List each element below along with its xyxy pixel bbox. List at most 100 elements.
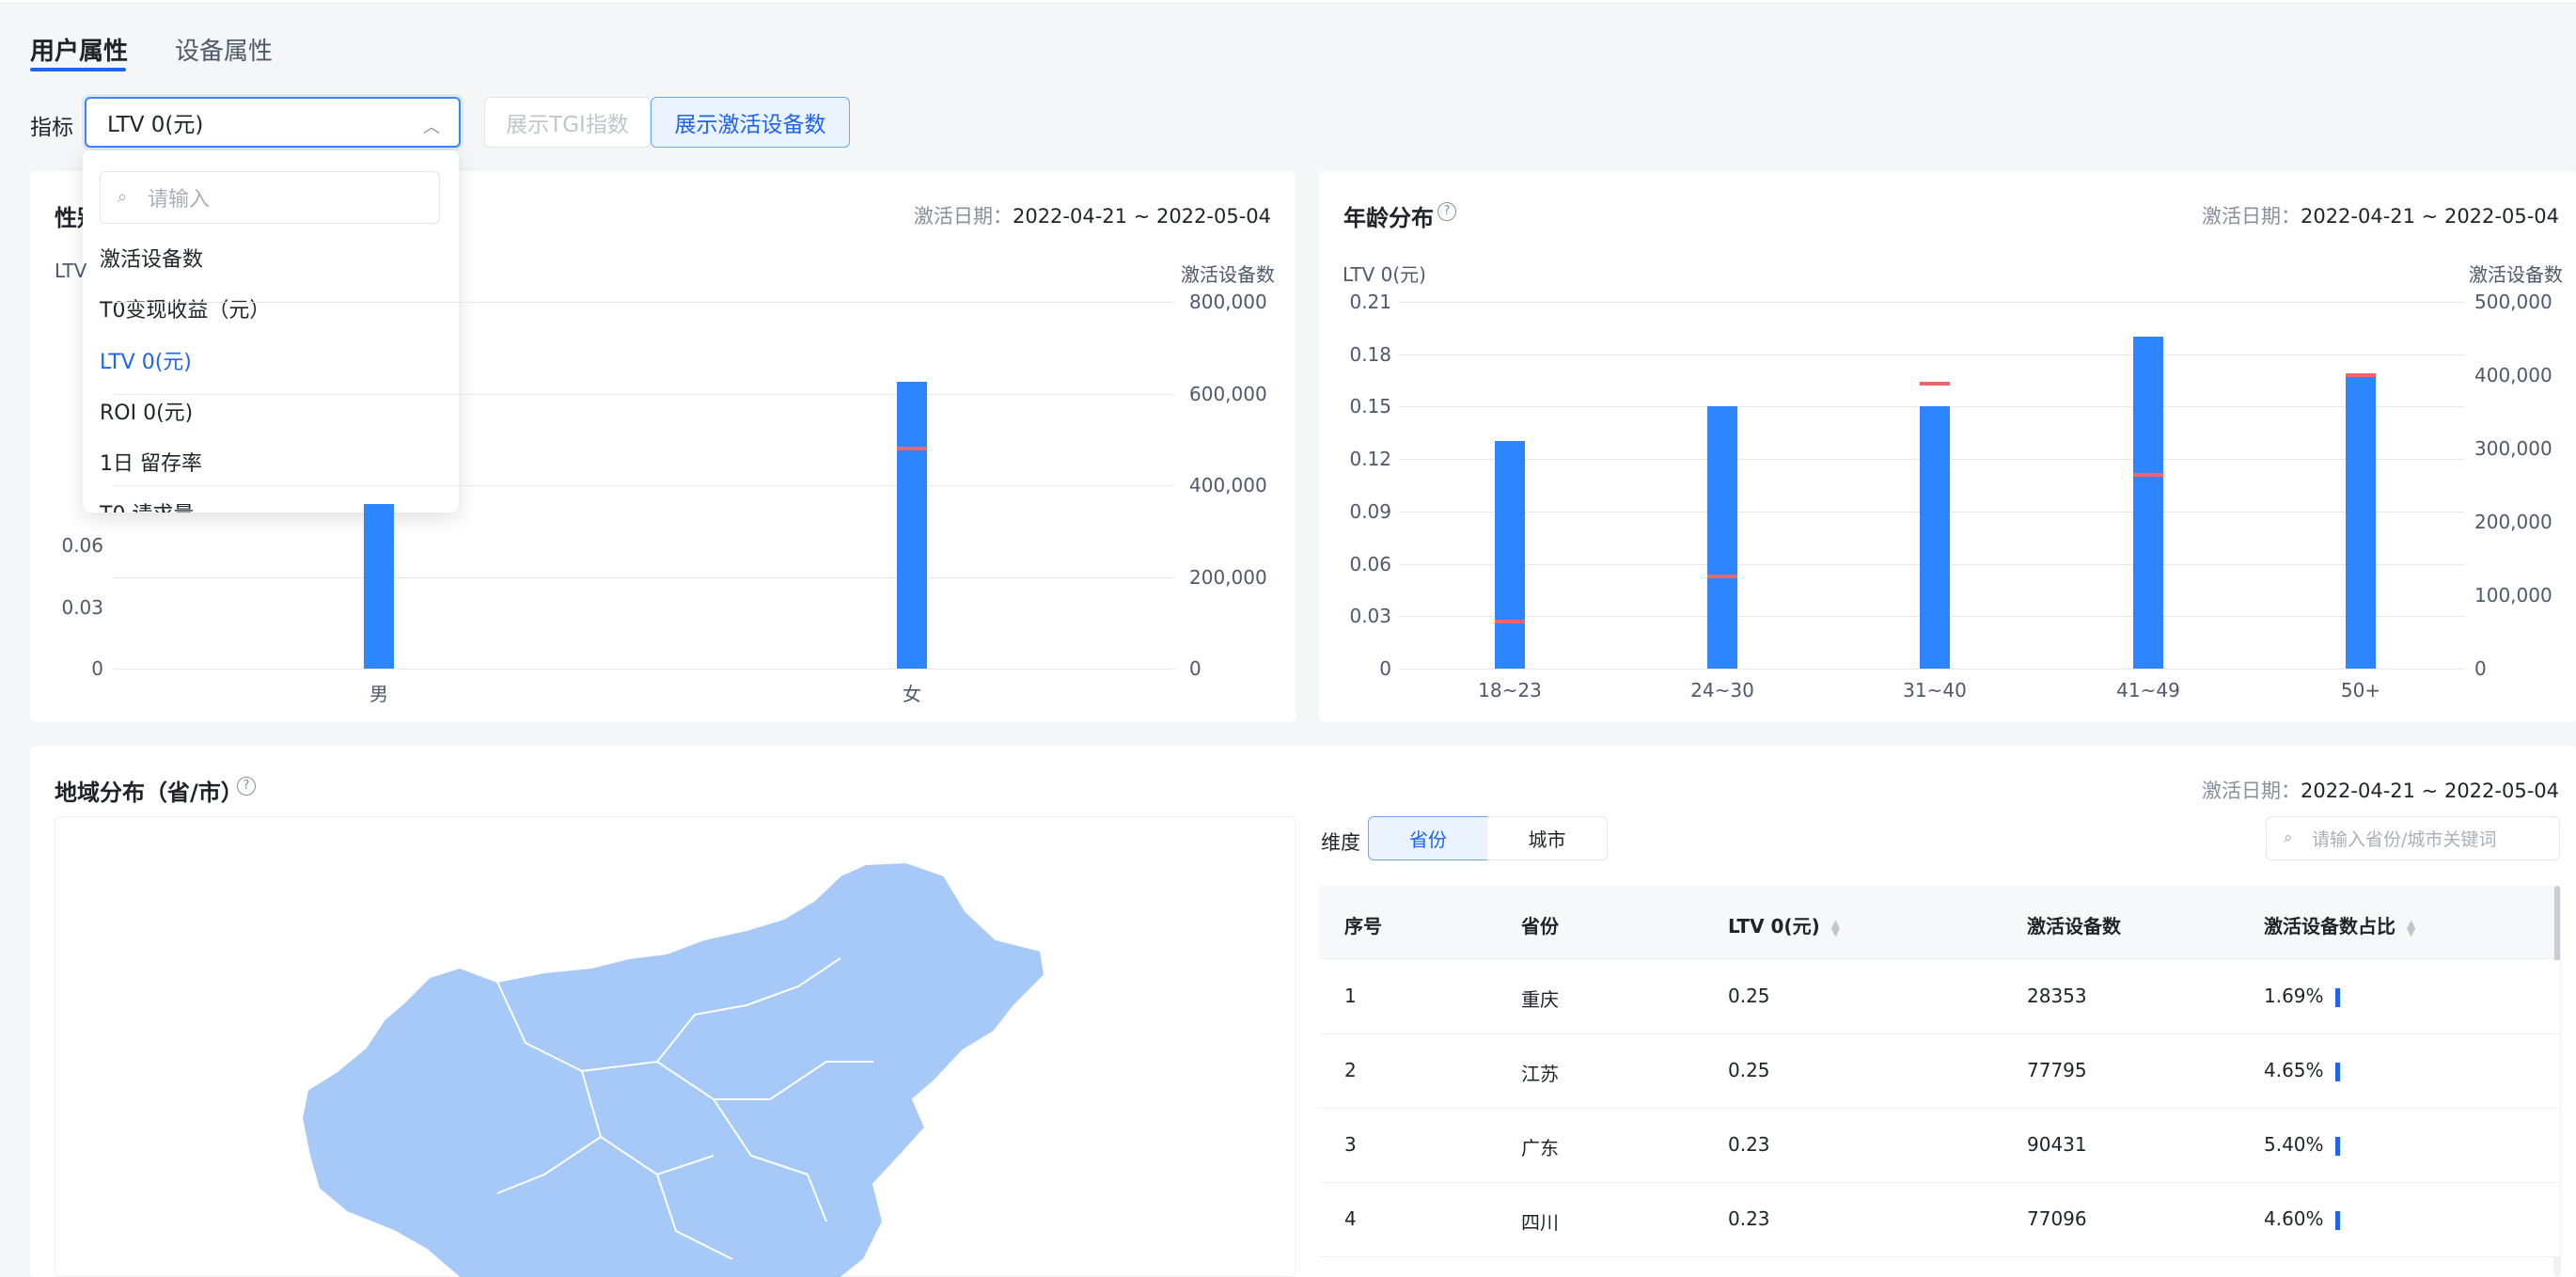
top-strip <box>0 0 2576 4</box>
dimension-label: 维度 <box>1321 831 1360 854</box>
table-cell: 5.40% <box>2264 1133 2340 1156</box>
right-axis-title: 激活设备数 <box>1181 263 1275 286</box>
x-tick-label: 男 <box>369 683 388 705</box>
china-map[interactable] <box>55 816 1296 1277</box>
table-cell: 28353 <box>2027 985 2087 1007</box>
ltv-marker <box>1707 574 1737 578</box>
ltv-marker <box>897 447 927 450</box>
table-cell: 0.23 <box>1728 1133 1770 1156</box>
gridline <box>113 302 1175 303</box>
dropdown-option[interactable]: T0 请求量 <box>100 497 194 512</box>
table-cell: 1 <box>1344 985 1357 1007</box>
table-cell: 4 <box>1344 1207 1357 1230</box>
gender-date-range: 激活日期：2022-04-21 ~ 2022-05-04 <box>913 205 1271 228</box>
x-tick-label: 24~30 <box>1690 679 1754 702</box>
search-icon: ⌕ <box>2284 828 2293 847</box>
gridline <box>113 669 1175 670</box>
table-cell: 2 <box>1344 1059 1357 1081</box>
gridline <box>113 485 1175 486</box>
column-header: 激活设备数 <box>2027 915 2121 938</box>
y2-tick-label: 800,000 <box>1189 291 1267 313</box>
y-tick-label: 0.06 <box>61 534 103 557</box>
metric-label: 指标 <box>30 116 73 140</box>
table-row[interactable]: 3 广东 0.23 90431 5.40% <box>1319 1109 2560 1183</box>
bar <box>2133 337 2163 669</box>
metric-select-value: LTV 0(元) <box>107 113 204 137</box>
dropdown-option[interactable]: 1日 留存率 <box>100 447 202 477</box>
show-activations-button[interactable]: 展示激活设备数 <box>651 97 850 148</box>
table-cell: 90431 <box>2027 1133 2087 1156</box>
table-cell: 4.65% <box>2264 1059 2340 1081</box>
bar <box>364 503 394 669</box>
gridline <box>113 393 1175 395</box>
tab-device-attributes[interactable]: 设备属性 <box>175 32 273 67</box>
y2-tick-label: 0 <box>1189 657 1202 680</box>
table-cell: 重庆 <box>1521 988 1559 1011</box>
right-axis-title: 激活设备数 <box>2469 263 2563 286</box>
bar <box>897 382 927 669</box>
tab-user-attributes[interactable]: 用户属性 <box>30 32 128 67</box>
share-bar <box>2334 1136 2340 1156</box>
y-tick-label: 0.21 <box>1349 291 1391 313</box>
table-cell: 0.23 <box>1728 1207 1770 1230</box>
active-tab-indicator <box>30 68 126 71</box>
y-tick-label: 0.06 <box>1349 552 1391 575</box>
column-header: 序号 <box>1344 915 1382 938</box>
table-header: 序号 省份 LTV 0(元) ▲ ▼ 激活设备数 激活设备数占比 ▲ ▼ <box>1319 886 2560 959</box>
left-axis-title: LTV <box>55 260 87 282</box>
region-search-input[interactable]: ⌕ 请输入省份/城市关键词 <box>2266 816 2560 860</box>
metric-dropdown: ⌕ 请输入 激活设备数 T0变现收益（元） LTV 0(元) ROI 0(元) … <box>83 150 459 512</box>
bar <box>1495 441 1525 669</box>
table-row[interactable]: 2 江苏 0.25 77795 4.65% <box>1319 1034 2560 1109</box>
x-tick-label: 女 <box>903 683 921 705</box>
share-bar <box>2334 1210 2340 1230</box>
search-icon: ⌕ <box>118 187 128 207</box>
ltv-marker <box>1495 619 1525 623</box>
table-row[interactable]: 1 重庆 0.25 28353 1.69% <box>1319 960 2560 1034</box>
gridline <box>1399 669 2465 670</box>
y2-tick-label: 300,000 <box>2474 437 2552 460</box>
column-header: 省份 <box>1521 915 1559 938</box>
table-cell: 0.25 <box>1728 985 1770 1007</box>
dropdown-option-selected[interactable]: LTV 0(元) <box>100 345 192 375</box>
dropdown-option[interactable]: 激活设备数 <box>100 243 203 273</box>
region-card-title: 地域分布（省/市） <box>55 780 243 806</box>
ltv-marker <box>2346 373 2376 377</box>
table-cell: 江苏 <box>1521 1063 1559 1085</box>
sort-icon: ▲ ▼ <box>1830 916 1840 938</box>
gridline <box>1399 302 2465 303</box>
ltv-marker <box>1920 382 1950 386</box>
dropdown-option[interactable]: T0变现收益（元） <box>100 293 270 323</box>
ltv-marker <box>2133 472 2163 477</box>
y2-tick-label: 500,000 <box>2474 291 2552 313</box>
y2-tick-label: 200,000 <box>2474 511 2552 533</box>
dropdown-option[interactable]: ROI 0(元) <box>100 396 193 426</box>
y2-tick-label: 400,000 <box>2474 364 2552 386</box>
help-icon[interactable]: ? <box>1437 202 1456 221</box>
chevron-up-icon: ︿ <box>423 118 440 137</box>
y2-tick-label: 600,000 <box>1189 382 1267 405</box>
gridline <box>113 576 1175 578</box>
left-axis-title: LTV 0(元) <box>1343 263 1426 286</box>
table-cell: 3 <box>1344 1133 1357 1156</box>
y-tick-label: 0.18 <box>1349 342 1391 366</box>
share-bar <box>2334 987 2340 1007</box>
y2-tick-label: 0 <box>2474 657 2487 680</box>
dimension-province-button[interactable]: 省份 <box>1368 816 1488 860</box>
dropdown-search-placeholder: 请输入 <box>148 188 211 212</box>
y-tick-label: 0.03 <box>61 596 103 619</box>
metric-select[interactable]: LTV 0(元) ︿ <box>85 97 461 148</box>
dimension-city-button[interactable]: 城市 <box>1487 816 1608 860</box>
table-row[interactable]: 4 四川 0.23 77096 4.60% <box>1319 1183 2560 1257</box>
column-header-sortable[interactable]: LTV 0(元) ▲ ▼ <box>1728 911 1840 938</box>
share-bar <box>2334 1062 2340 1081</box>
dropdown-search-input[interactable]: ⌕ 请输入 <box>100 171 440 224</box>
table-cell: 77795 <box>2027 1059 2087 1081</box>
table-cell: 77096 <box>2027 1207 2087 1230</box>
help-icon[interactable]: ? <box>237 777 256 796</box>
show-tgi-button[interactable]: 展示TGI指数 <box>484 97 651 148</box>
y2-tick-label: 100,000 <box>2474 584 2552 607</box>
x-tick-label: 41~49 <box>2116 679 2180 702</box>
y-tick-label: 0.09 <box>1349 499 1391 523</box>
column-header-sortable[interactable]: 激活设备数占比 ▲ ▼ <box>2264 911 2415 938</box>
